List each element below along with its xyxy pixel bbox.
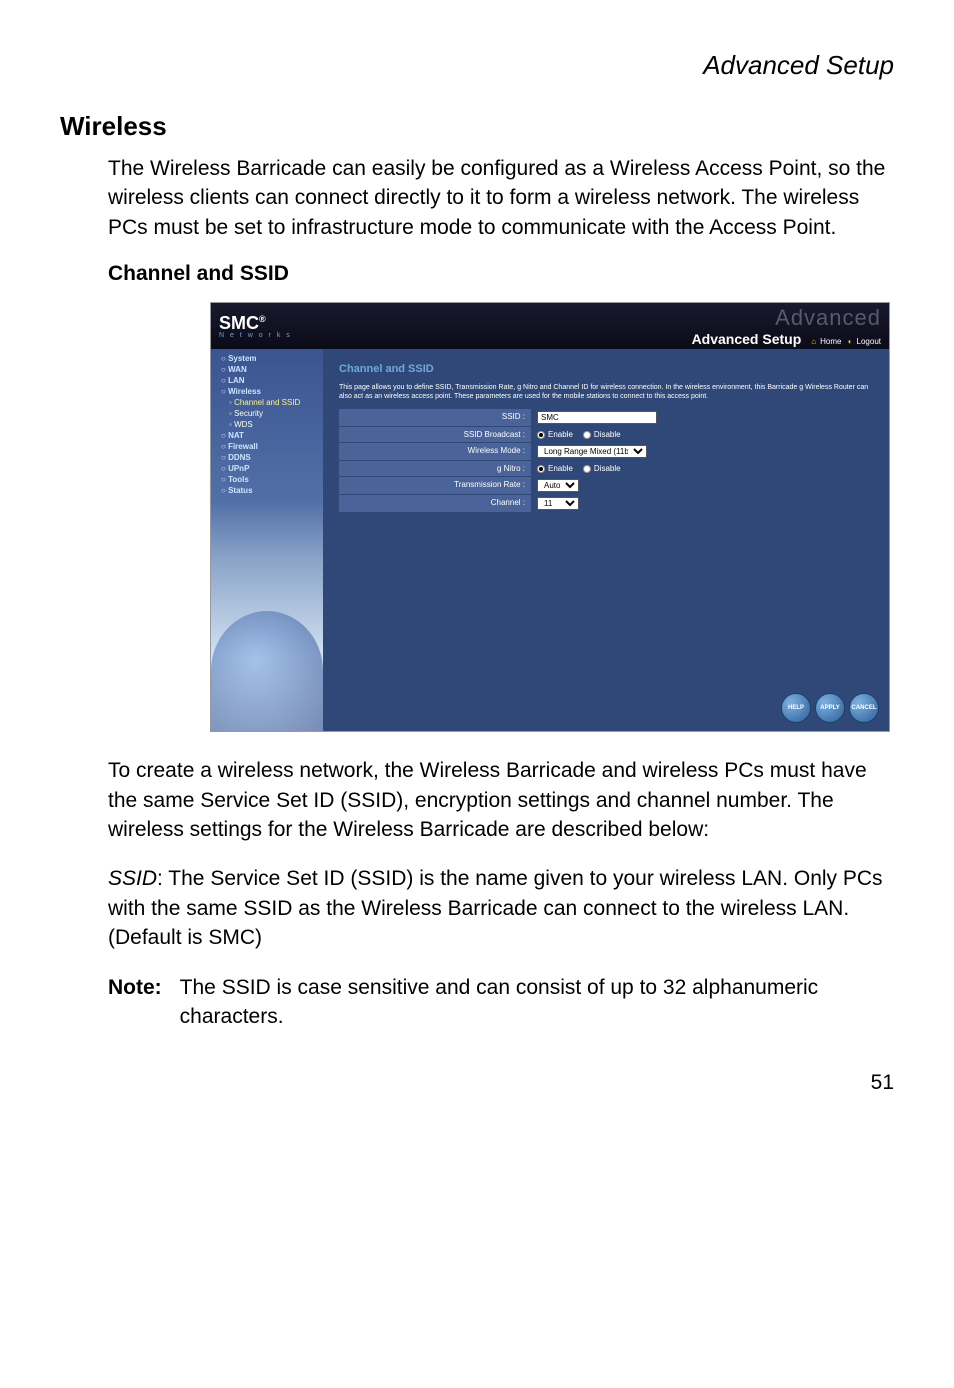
note-label: Note: (108, 973, 162, 1032)
note-block: Note: The SSID is case sensitive and can… (108, 973, 894, 1032)
nav-nat[interactable]: ○ NAT (211, 430, 323, 441)
topbar-right: Advanced Setup ⌂ Home ◐ Logout (692, 331, 881, 347)
nav-wireless[interactable]: ○ Wireless (211, 386, 323, 397)
top-links: ⌂ Home ◐ Logout (807, 337, 881, 346)
wireless-mode-select[interactable]: Long Range Mixed (11b+11g) (537, 445, 647, 458)
label-ssid-broadcast: SSID Broadcast : (339, 427, 531, 442)
paragraph-2: To create a wireless network, the Wirele… (108, 756, 894, 844)
note-text: The SSID is case sensitive and can consi… (180, 973, 894, 1032)
section-title-wireless: Wireless (60, 111, 894, 142)
sidebar: ○ System ○ WAN ○ LAN ○ Wireless ◦ Channe… (211, 349, 323, 731)
radio-dot-icon (537, 465, 545, 473)
paragraph-3: SSID: The Service Set ID (SSID) is the n… (108, 864, 894, 952)
nav-tools[interactable]: ○ Tools (211, 474, 323, 485)
nav-wds[interactable]: ◦ WDS (211, 419, 323, 430)
ssid-term: SSID (108, 867, 157, 890)
intro-paragraph: The Wireless Barricade can easily be con… (108, 154, 894, 242)
nav-ddns[interactable]: ○ DDNS (211, 452, 323, 463)
label-transmission-rate: Transmission Rate : (339, 477, 531, 494)
ssid-desc-rest: : The Service Set ID (SSID) is the name … (108, 867, 883, 949)
smc-logo: SMC® (219, 313, 266, 333)
radio-dot-icon (583, 465, 591, 473)
radio-dot-icon (537, 431, 545, 439)
nav-channel-ssid[interactable]: ◦ Channel and SSID (211, 397, 323, 408)
logout-link[interactable]: Logout (857, 337, 881, 346)
home-link[interactable]: Home (820, 337, 841, 346)
subsection-title: Channel and SSID (108, 262, 894, 286)
ghost-advanced-text: Advanced (775, 305, 881, 331)
page-number: 51 (60, 1071, 894, 1095)
row-g-nitro: g Nitro : Enable Disable (339, 461, 873, 476)
label-channel: Channel : (339, 495, 531, 512)
label-ssid: SSID : (339, 409, 531, 426)
g-nitro-enable[interactable]: Enable (537, 464, 573, 473)
advanced-setup-label: Advanced Setup (692, 331, 802, 347)
nav-security[interactable]: ◦ Security (211, 408, 323, 419)
content-panel: Channel and SSID This page allows you to… (323, 349, 889, 731)
home-icon[interactable]: ⌂ (811, 337, 816, 346)
row-ssid: SSID : (339, 409, 873, 426)
ssid-broadcast-enable[interactable]: Enable (537, 430, 573, 439)
help-button[interactable]: HELP (781, 693, 811, 723)
logout-icon[interactable]: ◐ (848, 337, 853, 346)
logo-area: SMC® N e t w o r k s (219, 313, 292, 339)
nav-status[interactable]: ○ Status (211, 485, 323, 496)
ssid-broadcast-disable[interactable]: Disable (583, 430, 621, 439)
nav-wan[interactable]: ○ WAN (211, 364, 323, 375)
ssid-input[interactable] (537, 411, 657, 424)
screenshot-topbar: SMC® N e t w o r k s Advanced Advanced S… (211, 303, 889, 349)
row-ssid-broadcast: SSID Broadcast : Enable Disable (339, 427, 873, 442)
radio-dot-icon (583, 431, 591, 439)
nav-lan[interactable]: ○ LAN (211, 375, 323, 386)
nav-firewall[interactable]: ○ Firewall (211, 441, 323, 452)
row-transmission-rate: Transmission Rate : Auto (339, 477, 873, 494)
content-description: This page allows you to define SSID, Tra… (339, 383, 873, 401)
label-wireless-mode: Wireless Mode : (339, 443, 531, 460)
nav-upnp[interactable]: ○ UPnP (211, 463, 323, 474)
row-channel: Channel : 11 (339, 495, 873, 512)
sidebar-decorative-image (211, 611, 323, 731)
logo-text: SMC (219, 313, 259, 333)
channel-select[interactable]: 11 (537, 497, 579, 510)
label-g-nitro: g Nitro : (339, 461, 531, 476)
logo-reg: ® (259, 314, 266, 324)
apply-button[interactable]: APPLY (815, 693, 845, 723)
g-nitro-disable[interactable]: Disable (583, 464, 621, 473)
logo-subtext: N e t w o r k s (219, 332, 292, 339)
nav-system[interactable]: ○ System (211, 353, 323, 364)
action-buttons: HELP APPLY CANCEL (781, 693, 879, 723)
transmission-rate-select[interactable]: Auto (537, 479, 579, 492)
cancel-button[interactable]: CANCEL (849, 693, 879, 723)
content-title: Channel and SSID (339, 363, 873, 375)
row-wireless-mode: Wireless Mode : Long Range Mixed (11b+11… (339, 443, 873, 460)
router-screenshot: SMC® N e t w o r k s Advanced Advanced S… (210, 302, 890, 732)
page-header-title: Advanced Setup (60, 50, 894, 81)
screenshot-body: ○ System ○ WAN ○ LAN ○ Wireless ◦ Channe… (211, 349, 889, 731)
